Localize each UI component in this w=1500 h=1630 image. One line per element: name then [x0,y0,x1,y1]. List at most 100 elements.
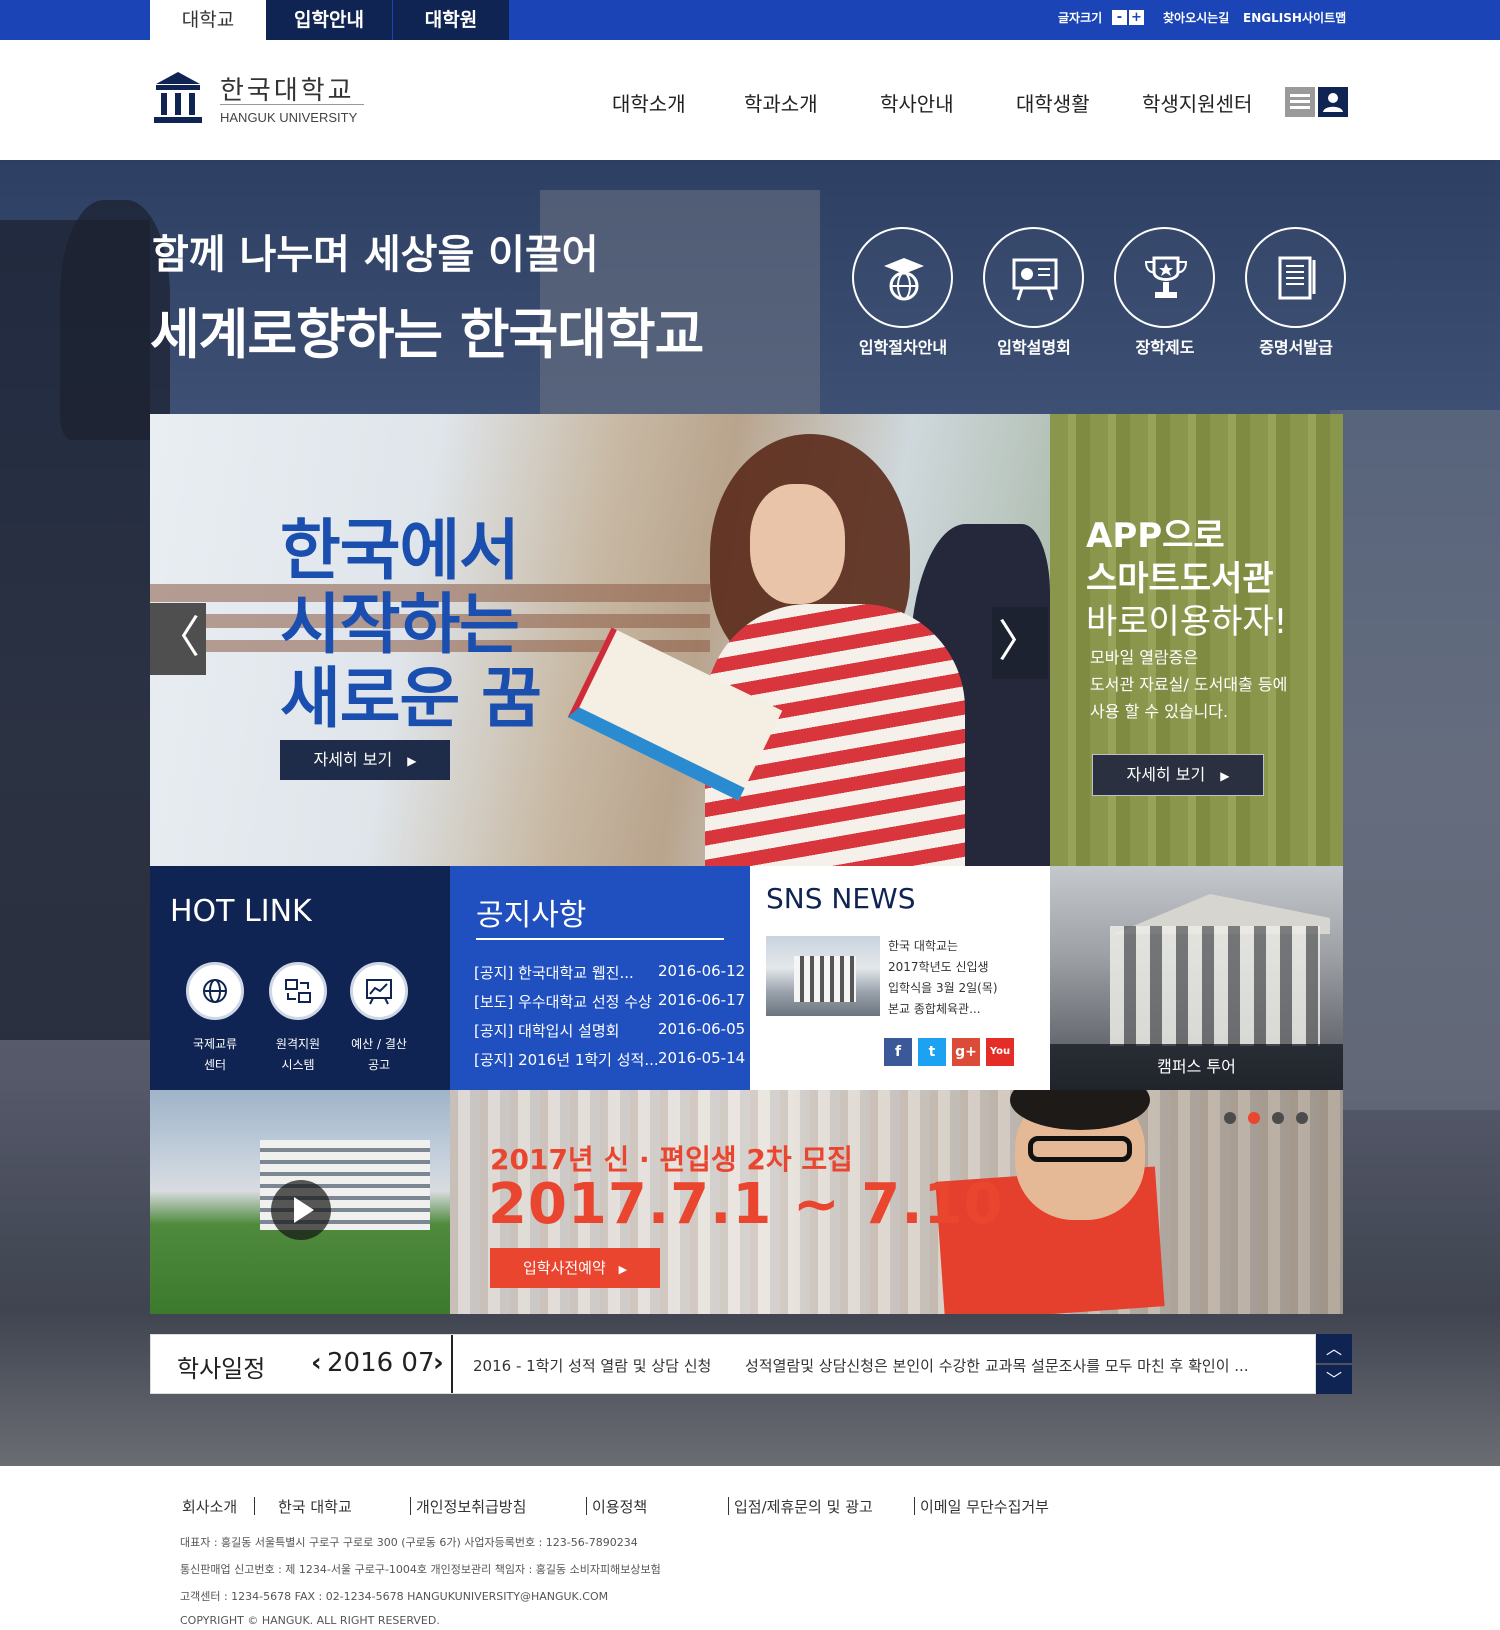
recruitment-banner[interactable]: 2017년 신 · 편입생 2차 모집 2017.7.1 ~ 7.10 입학사전… [450,1090,1343,1314]
notice-title[interactable]: 공지사항 [476,890,586,934]
background-building-right [1330,410,1500,1110]
nav-item-about[interactable]: 대학소개 [612,88,686,117]
campus-video-tile[interactable] [150,1090,450,1314]
app-panel-title-line2: 스마트도서관 [1086,559,1274,599]
university-logo-icon[interactable] [152,70,204,124]
slide-dot[interactable] [1224,1112,1236,1124]
banner-headline-line2: 시작하는 [280,586,520,663]
nav-item-academics[interactable]: 학사안내 [880,88,954,117]
hot-link-title: HOT LINK [170,894,312,929]
hot-link-label-line1: 국제교류 [192,1037,238,1051]
nav-item-student-support[interactable]: 학생지원센터 [1142,88,1252,117]
thumbnail-building [794,956,856,1002]
app-panel-desc-line3: 사용 할 수 있습니다. [1090,702,1229,721]
sns-news-panel: SNS NEWS 한국 대학교는 2017학년도 신입생 입학식을 3월 2일(… [750,866,1050,1090]
certificate-document-icon [1278,256,1316,300]
notice-date: 2016-05-14 [658,1049,746,1067]
banner-detail-button[interactable]: 자세히 보기 ▶ [280,740,450,780]
notice-item[interactable]: [공지] 2016년 1학기 성적... [474,1049,659,1070]
hot-link-remote-support[interactable] [269,962,327,1020]
schedule-prev-month-button[interactable]: ‹ [311,1348,322,1378]
schedule-item-title[interactable]: 2016 - 1학기 성적 열람 및 상담 신청 [473,1355,711,1376]
notice-item[interactable]: [공지] 대학입시 설명회 [474,1020,619,1041]
footer-separator [410,1497,411,1515]
footer-link-privacy[interactable]: 개인정보취급방침 [416,1496,526,1517]
all-menu-button[interactable] [1285,87,1315,117]
hot-link-budget[interactable] [350,962,408,1020]
quick-link-info-session[interactable] [983,227,1084,328]
schedule-item-description[interactable]: 성적열람및 상담신청은 본인이 수강한 교과목 설문조사를 모두 마친 후 확인… [745,1355,1249,1376]
quick-link-admission-procedure[interactable] [852,227,953,328]
quick-link-certificates[interactable] [1245,227,1346,328]
campus-tour-label: 캠퍼스 투어 [1050,1044,1343,1090]
play-triangle-icon: ▶ [407,754,417,768]
pre-registration-button[interactable]: 입학사전예약 ▶ [490,1248,660,1288]
site-footer: 회사소개 한국 대학교 개인정보취급방침 이용정책 입점/제휴문의 및 광고 이… [0,1466,1500,1630]
presentation-board-icon [1012,258,1058,301]
schedule-month: 2016 07 [327,1348,435,1378]
hot-link-label: 국제교류 센터 [175,1034,255,1076]
banner-prev-button[interactable]: 〈 [150,603,206,675]
google-plus-icon[interactable]: g+ [952,1038,980,1066]
banner-headline-line1: 한국에서 [280,512,520,589]
footer-separator [586,1497,587,1515]
campus-tour-tile[interactable]: 캠퍼스 투어 [1050,866,1343,1090]
top-bar: 대학교 입학안내 대학원 글자크기 - + 찾아오시는길 ENGLISH 사이트… [0,0,1500,40]
banner-next-button[interactable]: 〉 [992,607,1048,679]
font-increase-button[interactable]: + [1129,10,1144,25]
slide-dot-active[interactable] [1248,1112,1260,1124]
schedule-scroll-down-button[interactable]: ﹀ [1316,1365,1352,1394]
tab-graduate-school[interactable]: 대학원 [393,0,509,40]
sns-news-text[interactable]: 한국 대학교는 2017학년도 신입생 입학식을 3월 2일(목) 본교 종합체… [888,936,998,1020]
util-link-sitemap[interactable]: 사이트맵 [1302,0,1346,36]
font-size-label: 글자크기 [1058,11,1103,25]
hot-link-label-line1: 예산 / 결산 [351,1037,407,1051]
util-link-directions[interactable]: 찾아오시는길 [1163,0,1229,36]
logo-divider [220,104,364,105]
play-triangle-icon: ▶ [1220,769,1230,783]
schedule-divider [451,1335,453,1393]
logo-title-korean[interactable]: 한국대학교 [220,70,355,107]
app-panel-detail-button[interactable]: 자세히 보기 ▶ [1092,754,1264,796]
footer-link-partnership[interactable]: 입점/제휴문의 및 광고 [734,1496,873,1517]
hot-link-international[interactable] [186,962,244,1020]
nav-item-campus-life[interactable]: 대학생활 [1016,88,1090,117]
hot-link-label: 예산 / 결산 공고 [339,1034,419,1076]
play-icon[interactable] [271,1180,331,1240]
sns-news-title: SNS NEWS [766,882,916,915]
logo-title-english[interactable]: HANGUK UNIVERSITY [220,110,357,125]
slide-dot[interactable] [1272,1112,1284,1124]
footer-link-company[interactable]: 회사소개 [182,1496,237,1517]
footer-link-university[interactable]: 한국 대학교 [278,1496,352,1517]
tab-university[interactable]: 대학교 [150,0,266,40]
sns-news-thumbnail[interactable] [766,936,880,1016]
schedule-scroll-up-button[interactable]: ︿ [1316,1334,1352,1363]
font-decrease-button[interactable]: - [1112,10,1127,25]
trophy-icon [1144,256,1188,298]
footer-info-line: 고객센터 : 1234-5678 FAX : 02-1234-5678 HANG… [180,1590,609,1603]
main-banner[interactable]: 한국에서 시작하는 새로운 꿈 [150,414,1050,866]
banner-photo-woman-face [750,484,845,604]
youtube-icon[interactable]: You [986,1038,1014,1066]
play-triangle-icon: ▶ [618,1263,628,1276]
util-link-english[interactable]: ENGLISH [1243,0,1302,36]
quick-link-label: 증명서발급 [1259,338,1333,357]
facebook-icon[interactable]: f [884,1038,912,1066]
user-login-button[interactable] [1318,87,1348,117]
budget-chart-icon [366,979,392,1005]
footer-link-terms[interactable]: 이용정책 [592,1496,647,1517]
footer-link-email-refusal[interactable]: 이메일 무단수집거부 [920,1496,1049,1517]
app-panel-title-line3: 바로이용하자! [1086,602,1288,642]
schedule-next-month-button[interactable]: › [433,1348,444,1378]
footer-separator [728,1497,729,1515]
notice-item[interactable]: [공지] 한국대학교 웹진... [474,962,634,983]
slide-dot[interactable] [1296,1112,1308,1124]
tab-admission[interactable]: 입학안내 [266,0,392,40]
user-icon [1323,93,1343,112]
quick-link-scholarship[interactable] [1114,227,1215,328]
footer-separator [254,1497,255,1515]
notice-item[interactable]: [보도] 우수대학교 선정 수상 [474,991,652,1012]
nav-item-departments[interactable]: 학과소개 [744,88,818,117]
twitter-icon[interactable]: t [918,1038,946,1066]
schedule-title: 학사일정 [177,1355,266,1383]
